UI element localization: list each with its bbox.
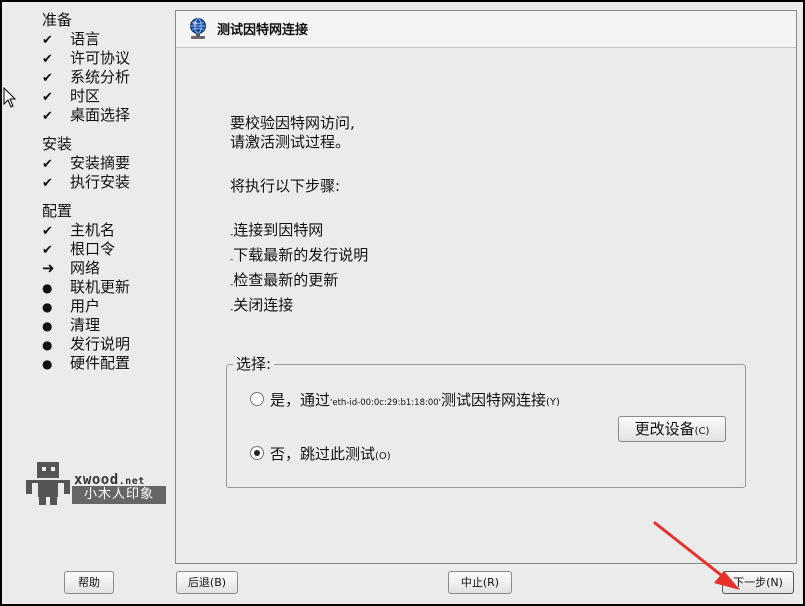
step-text: 检查最新的更新 [233, 271, 339, 289]
robot-logo-icon [26, 462, 70, 505]
sidebar-step: ● 硬件配置 [42, 354, 130, 373]
option-yes-device: 'eth-id-00:0c:29:b1:18:00' [330, 398, 441, 408]
sidebar-step-label: 语言 [70, 30, 101, 48]
intro-line-1: 要校验因特网访问, [230, 114, 355, 132]
watermark-subtitle: 小木人印象 [72, 486, 166, 504]
sidebar-step: ✔ 安装摘要 [42, 154, 130, 173]
option-no-label: 否，跳过此测试 [270, 445, 376, 463]
sidebar-step: ✔ 时区 [42, 87, 100, 106]
checkmark-icon: ✔ [42, 90, 53, 105]
option-yes-prefix: 是，通过 [270, 391, 331, 409]
dialog-title: 测试因特网连接 [217, 23, 309, 38]
dialog-header: 测试因特网连接 [176, 11, 796, 48]
radio-no[interactable] [250, 446, 264, 460]
sidebar-step: ✔ 主机名 [42, 221, 115, 240]
sidebar-step-label: 硬件配置 [70, 354, 131, 372]
step-item: -下载最新的发行说明 [230, 245, 368, 268]
bullet-icon: ● [42, 357, 53, 371]
radio-option-no[interactable]: 否，跳过此测试(O) [250, 443, 391, 465]
sidebar-step-label: 安装摘要 [70, 154, 131, 172]
arrow-right-icon: ➜ [42, 259, 55, 277]
sidebar-step-label: 网络 [70, 259, 101, 277]
checkmark-icon: ✔ [42, 176, 53, 191]
sidebar-section-title: 配置 [42, 202, 73, 220]
sidebar-step-label: 时区 [70, 87, 101, 105]
watermark: xwood.net 小木人印象 [24, 460, 168, 508]
checkmark-icon: ✔ [42, 33, 53, 48]
step-dash: - [230, 305, 234, 315]
mouse-pointer-icon [3, 87, 17, 108]
sidebar-step-label: 联机更新 [70, 278, 131, 296]
sidebar-step-label: 系统分析 [70, 68, 131, 86]
radio-option-yes[interactable]: 是，通过'eth-id-00:0c:29:b1:18:00'测试因特网连接(Y) [250, 389, 560, 411]
step-dash: - [230, 280, 234, 290]
sidebar-section-title: 准备 [42, 11, 73, 29]
step-text: 下载最新的发行说明 [233, 246, 369, 264]
checkmark-icon: ✔ [42, 52, 53, 67]
step-item: -连接到因特网 [230, 220, 323, 243]
option-no-mnemonic: (O) [375, 451, 391, 462]
abort-button[interactable]: 中止(R) [448, 571, 512, 594]
checkmark-icon: ✔ [42, 71, 53, 86]
sidebar-step-label: 主机名 [70, 221, 116, 239]
sidebar-step: ✔ 桌面选择 [42, 106, 130, 125]
sidebar-step: ✔ 许可协议 [42, 49, 130, 68]
back-button[interactable]: 后退(B) [176, 571, 238, 594]
sidebar-step: ● 清理 [42, 316, 100, 335]
change-device-button[interactable]: 更改设备(C) [618, 416, 726, 442]
checkmark-icon: ✔ [42, 224, 53, 239]
sidebar-step: ● 用户 [42, 297, 100, 316]
step-item: -关闭连接 [230, 295, 293, 318]
intro-line-2: 请激活测试过程。 [230, 133, 351, 151]
sidebar-step: ✔ 系统分析 [42, 68, 130, 87]
sidebar-step: ✔ 语言 [42, 30, 100, 49]
step-item: -检查最新的更新 [230, 270, 338, 293]
sidebar-step: ● 发行说明 [42, 335, 130, 354]
step-text: 连接到因特网 [233, 221, 324, 239]
bullet-icon: ● [42, 281, 53, 295]
sidebar-step-label: 发行说明 [70, 335, 131, 353]
radio-yes[interactable] [250, 392, 264, 406]
step-dash: - [230, 255, 234, 265]
sidebar-step: ✔ 根口令 [42, 240, 115, 259]
sidebar-step-label: 清理 [70, 316, 101, 334]
sidebar-section-title: 安装 [42, 135, 73, 153]
installer-window: 准备 ✔ 语言 ✔ 许可协议 ✔ 系统分析 ✔ 时区 ✔ 桌面选择安装 ✔ 安装摘要 ✔ 执行安装配置 ✔ 主机… [2, 2, 803, 604]
help-button[interactable]: 帮助 [64, 571, 114, 594]
bullet-icon: ● [42, 300, 53, 314]
bullet-icon: ● [42, 319, 53, 333]
step-text: 关闭连接 [233, 296, 294, 314]
sidebar-step-label: 根口令 [70, 240, 116, 258]
option-yes-suffix: 测试因特网连接 [441, 391, 547, 409]
dialog-content: 要校验因特网访问, 请激活测试过程。 将执行以下步骤: -连接到因特网 -下载最新… [176, 48, 796, 563]
checkmark-icon: ✔ [42, 109, 53, 124]
globe-network-icon [190, 18, 206, 39]
sidebar-step-label: 执行安装 [70, 173, 131, 191]
sidebar-step-label: 用户 [70, 297, 101, 315]
sidebar-step: ➜ 网络 [42, 259, 100, 278]
sidebar-step: ✔ 执行安装 [42, 173, 130, 192]
next-button[interactable]: 下一步(N) [722, 571, 794, 594]
checkmark-icon: ✔ [42, 157, 53, 172]
steps-intro: 将执行以下步骤: [230, 177, 341, 195]
checkmark-icon: ✔ [42, 243, 53, 258]
bullet-icon: ● [42, 338, 53, 352]
step-dash: - [230, 230, 234, 240]
main-panel: 测试因特网连接 要校验因特网访问, 请激活测试过程。 将执行以下步骤: -连接到… [175, 10, 797, 564]
choice-group-label: 选择: [233, 353, 275, 374]
sidebar-step-label: 许可协议 [70, 49, 131, 67]
option-yes-mnemonic: (Y) [546, 397, 560, 408]
sidebar-step-label: 桌面选择 [70, 106, 131, 124]
sidebar-step: ● 联机更新 [42, 278, 130, 297]
